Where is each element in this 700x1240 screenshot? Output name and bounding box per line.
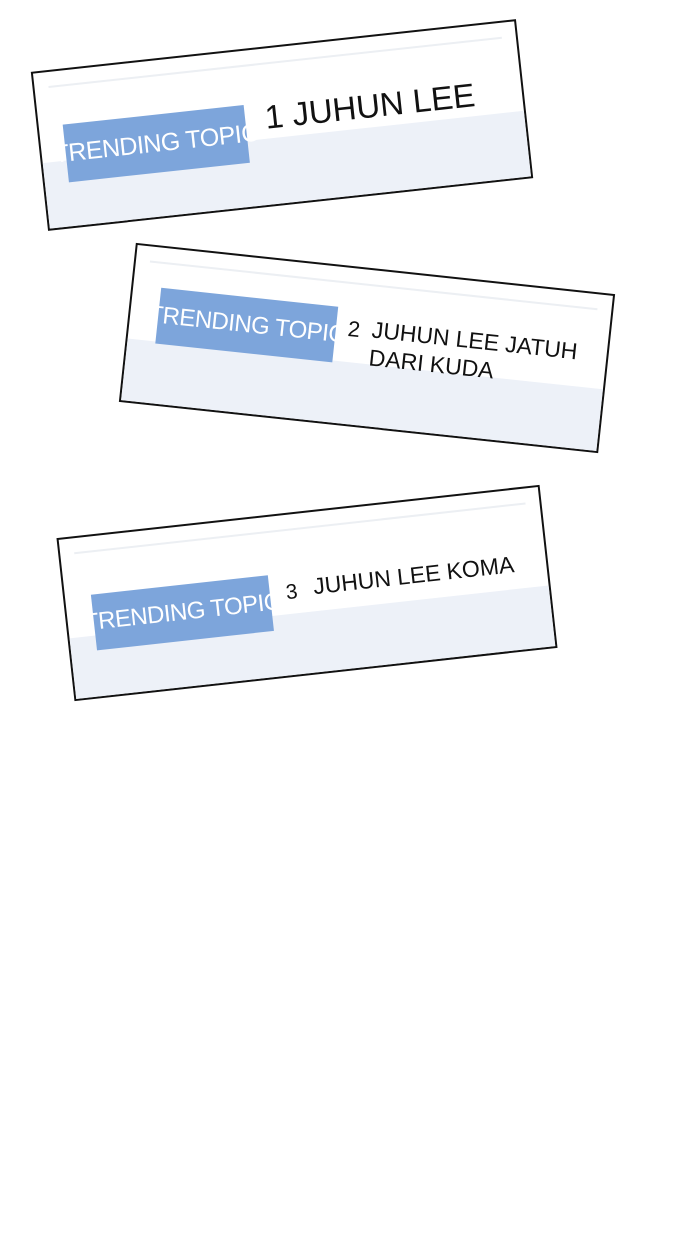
trending-topic-card-3: TRENDING TOPIC 3 JUHUN LEE KOMA xyxy=(56,484,558,702)
trending-headline: JUHUN LEE KOMA xyxy=(311,551,516,600)
trending-topic-card-2: TRENDING TOPIC 2 JUHUN LEE JATUH DARI KU… xyxy=(118,242,616,454)
trending-rank-number: 3 xyxy=(284,580,299,605)
card-top-divider xyxy=(74,502,526,555)
trending-topic-card-1: TRENDING TOPIC 1 JUHUN LEE xyxy=(30,19,534,231)
trending-rank-number: 2 xyxy=(346,315,362,343)
